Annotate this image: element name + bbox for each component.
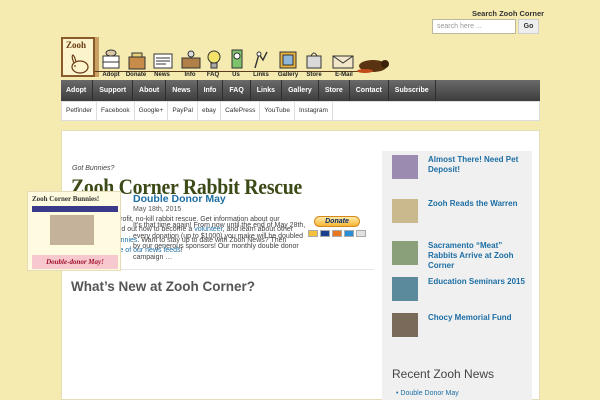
nav-contact[interactable]: Contact bbox=[350, 80, 389, 101]
nav-instagram[interactable]: Instagram bbox=[295, 102, 333, 120]
sidebar-item-title[interactable]: Sacramento “Meat” Rabbits Arrive at Zooh… bbox=[428, 241, 528, 271]
nav-youtube[interactable]: YouTube bbox=[260, 102, 295, 120]
visa-icon bbox=[320, 230, 330, 237]
recent-news-heading: Recent Zooh News bbox=[392, 367, 495, 381]
search-input[interactable]: search here ... bbox=[432, 19, 516, 34]
tagline: Got Bunnies? bbox=[72, 165, 115, 172]
chain-link-icon[interactable] bbox=[251, 48, 271, 72]
nav-facebook[interactable]: Facebook bbox=[97, 102, 135, 120]
mail-icon[interactable] bbox=[331, 48, 357, 72]
post-thumbnail[interactable]: Zooh Corner Bunnies! Double-donor May! bbox=[27, 191, 121, 271]
nav-links[interactable]: Links bbox=[251, 80, 283, 101]
post-excerpt: It’s that time again! From now until the… bbox=[133, 222, 306, 262]
sidebar-thumb bbox=[392, 155, 418, 179]
discover-icon bbox=[332, 230, 342, 237]
search-heading: Search Zooh Corner bbox=[472, 9, 545, 18]
sidebar-thumb bbox=[392, 241, 418, 265]
thumbnail-photo bbox=[50, 215, 94, 245]
nav-petfinder[interactable]: Petfinder bbox=[62, 102, 98, 120]
sidebar: Almost There! Need Pet Deposit! Zooh Rea… bbox=[382, 151, 532, 400]
site-logo[interactable]: Zooh bbox=[61, 37, 95, 77]
newspaper-icon[interactable] bbox=[152, 48, 174, 72]
payment-cards bbox=[308, 230, 372, 237]
info-desk-icon[interactable] bbox=[180, 48, 202, 72]
sidebar-item-title[interactable]: Chocy Memorial Fund bbox=[428, 313, 528, 323]
secondary-nav: Petfinder Facebook Google+ PayPal ebay C… bbox=[61, 101, 540, 121]
icon-label-news[interactable]: News bbox=[151, 72, 173, 78]
bank-icon bbox=[356, 230, 366, 237]
nav-support[interactable]: Support bbox=[93, 80, 134, 101]
icon-label-adopt[interactable]: Adopt bbox=[99, 72, 123, 78]
icon-label-gallery[interactable]: Gallery bbox=[275, 72, 301, 78]
sidebar-item-title[interactable]: Almost There! Need Pet Deposit! bbox=[428, 155, 528, 175]
donation-box-icon[interactable] bbox=[126, 48, 148, 72]
store-bag-icon[interactable] bbox=[303, 48, 325, 72]
bunny-group-icon[interactable] bbox=[229, 48, 245, 72]
sidebar-item-title[interactable]: Education Seminars 2015 bbox=[428, 277, 528, 287]
thumbnail-banner bbox=[32, 206, 118, 212]
post-title-link[interactable]: Double Donor May bbox=[133, 193, 226, 205]
post-date: May 18th, 2015 bbox=[133, 206, 182, 213]
thumbnail-footer: Double-donor May! bbox=[32, 255, 118, 269]
mastercard-icon bbox=[308, 230, 318, 237]
icon-label-store[interactable]: Store bbox=[303, 72, 325, 78]
icon-label-info[interactable]: Info bbox=[180, 72, 200, 78]
recent-news-list: • Double Donor May bbox=[396, 390, 459, 397]
icon-label-faq[interactable]: FAQ bbox=[203, 72, 223, 78]
nav-info[interactable]: Info bbox=[198, 80, 224, 101]
donate-button[interactable]: Donate bbox=[314, 216, 360, 227]
sidebar-thumb bbox=[392, 313, 418, 337]
nav-googleplus[interactable]: Google+ bbox=[135, 102, 169, 120]
nav-news[interactable]: News bbox=[166, 80, 198, 101]
rabbit-hutch-icon[interactable] bbox=[101, 48, 123, 72]
nav-paypal[interactable]: PayPal bbox=[168, 102, 198, 120]
paypal-donate[interactable]: Donate bbox=[308, 216, 372, 240]
sidebar-item-title[interactable]: Zooh Reads the Warren bbox=[428, 199, 528, 209]
nav-subscribe[interactable]: Subscribe bbox=[389, 80, 436, 101]
thumbnail-title: Zooh Corner Bunnies! bbox=[32, 195, 100, 203]
recent-news-item[interactable]: Double Donor May bbox=[400, 390, 458, 397]
lightbulb-icon[interactable] bbox=[205, 48, 223, 72]
ferret-mascot-icon bbox=[357, 60, 389, 73]
amex-icon bbox=[344, 230, 354, 237]
section-heading: What’s New at Zooh Corner? bbox=[71, 279, 256, 294]
search-go-button[interactable]: Go bbox=[518, 19, 539, 34]
primary-nav: Adopt Support About News Info FAQ Links … bbox=[61, 80, 540, 101]
nav-faq[interactable]: FAQ bbox=[223, 80, 251, 101]
sidebar-thumb bbox=[392, 199, 418, 223]
nav-gallery[interactable]: Gallery bbox=[282, 80, 319, 101]
icon-label-links[interactable]: Links bbox=[250, 72, 272, 78]
nav-store[interactable]: Store bbox=[319, 80, 350, 101]
icon-label-us[interactable]: Us bbox=[228, 72, 244, 78]
icon-label-email[interactable]: E-Mail bbox=[330, 72, 358, 78]
picture-frame-icon[interactable] bbox=[277, 48, 299, 72]
nav-ebay[interactable]: ebay bbox=[198, 102, 222, 120]
logo-bunny-icon bbox=[71, 54, 89, 74]
logo-text: Zooh bbox=[66, 40, 87, 50]
sidebar-thumb bbox=[392, 277, 418, 301]
nav-about[interactable]: About bbox=[133, 80, 167, 101]
icon-label-donate[interactable]: Donate bbox=[123, 72, 149, 78]
nav-adopt[interactable]: Adopt bbox=[61, 80, 94, 101]
nav-cafepress[interactable]: CafePress bbox=[221, 102, 261, 120]
